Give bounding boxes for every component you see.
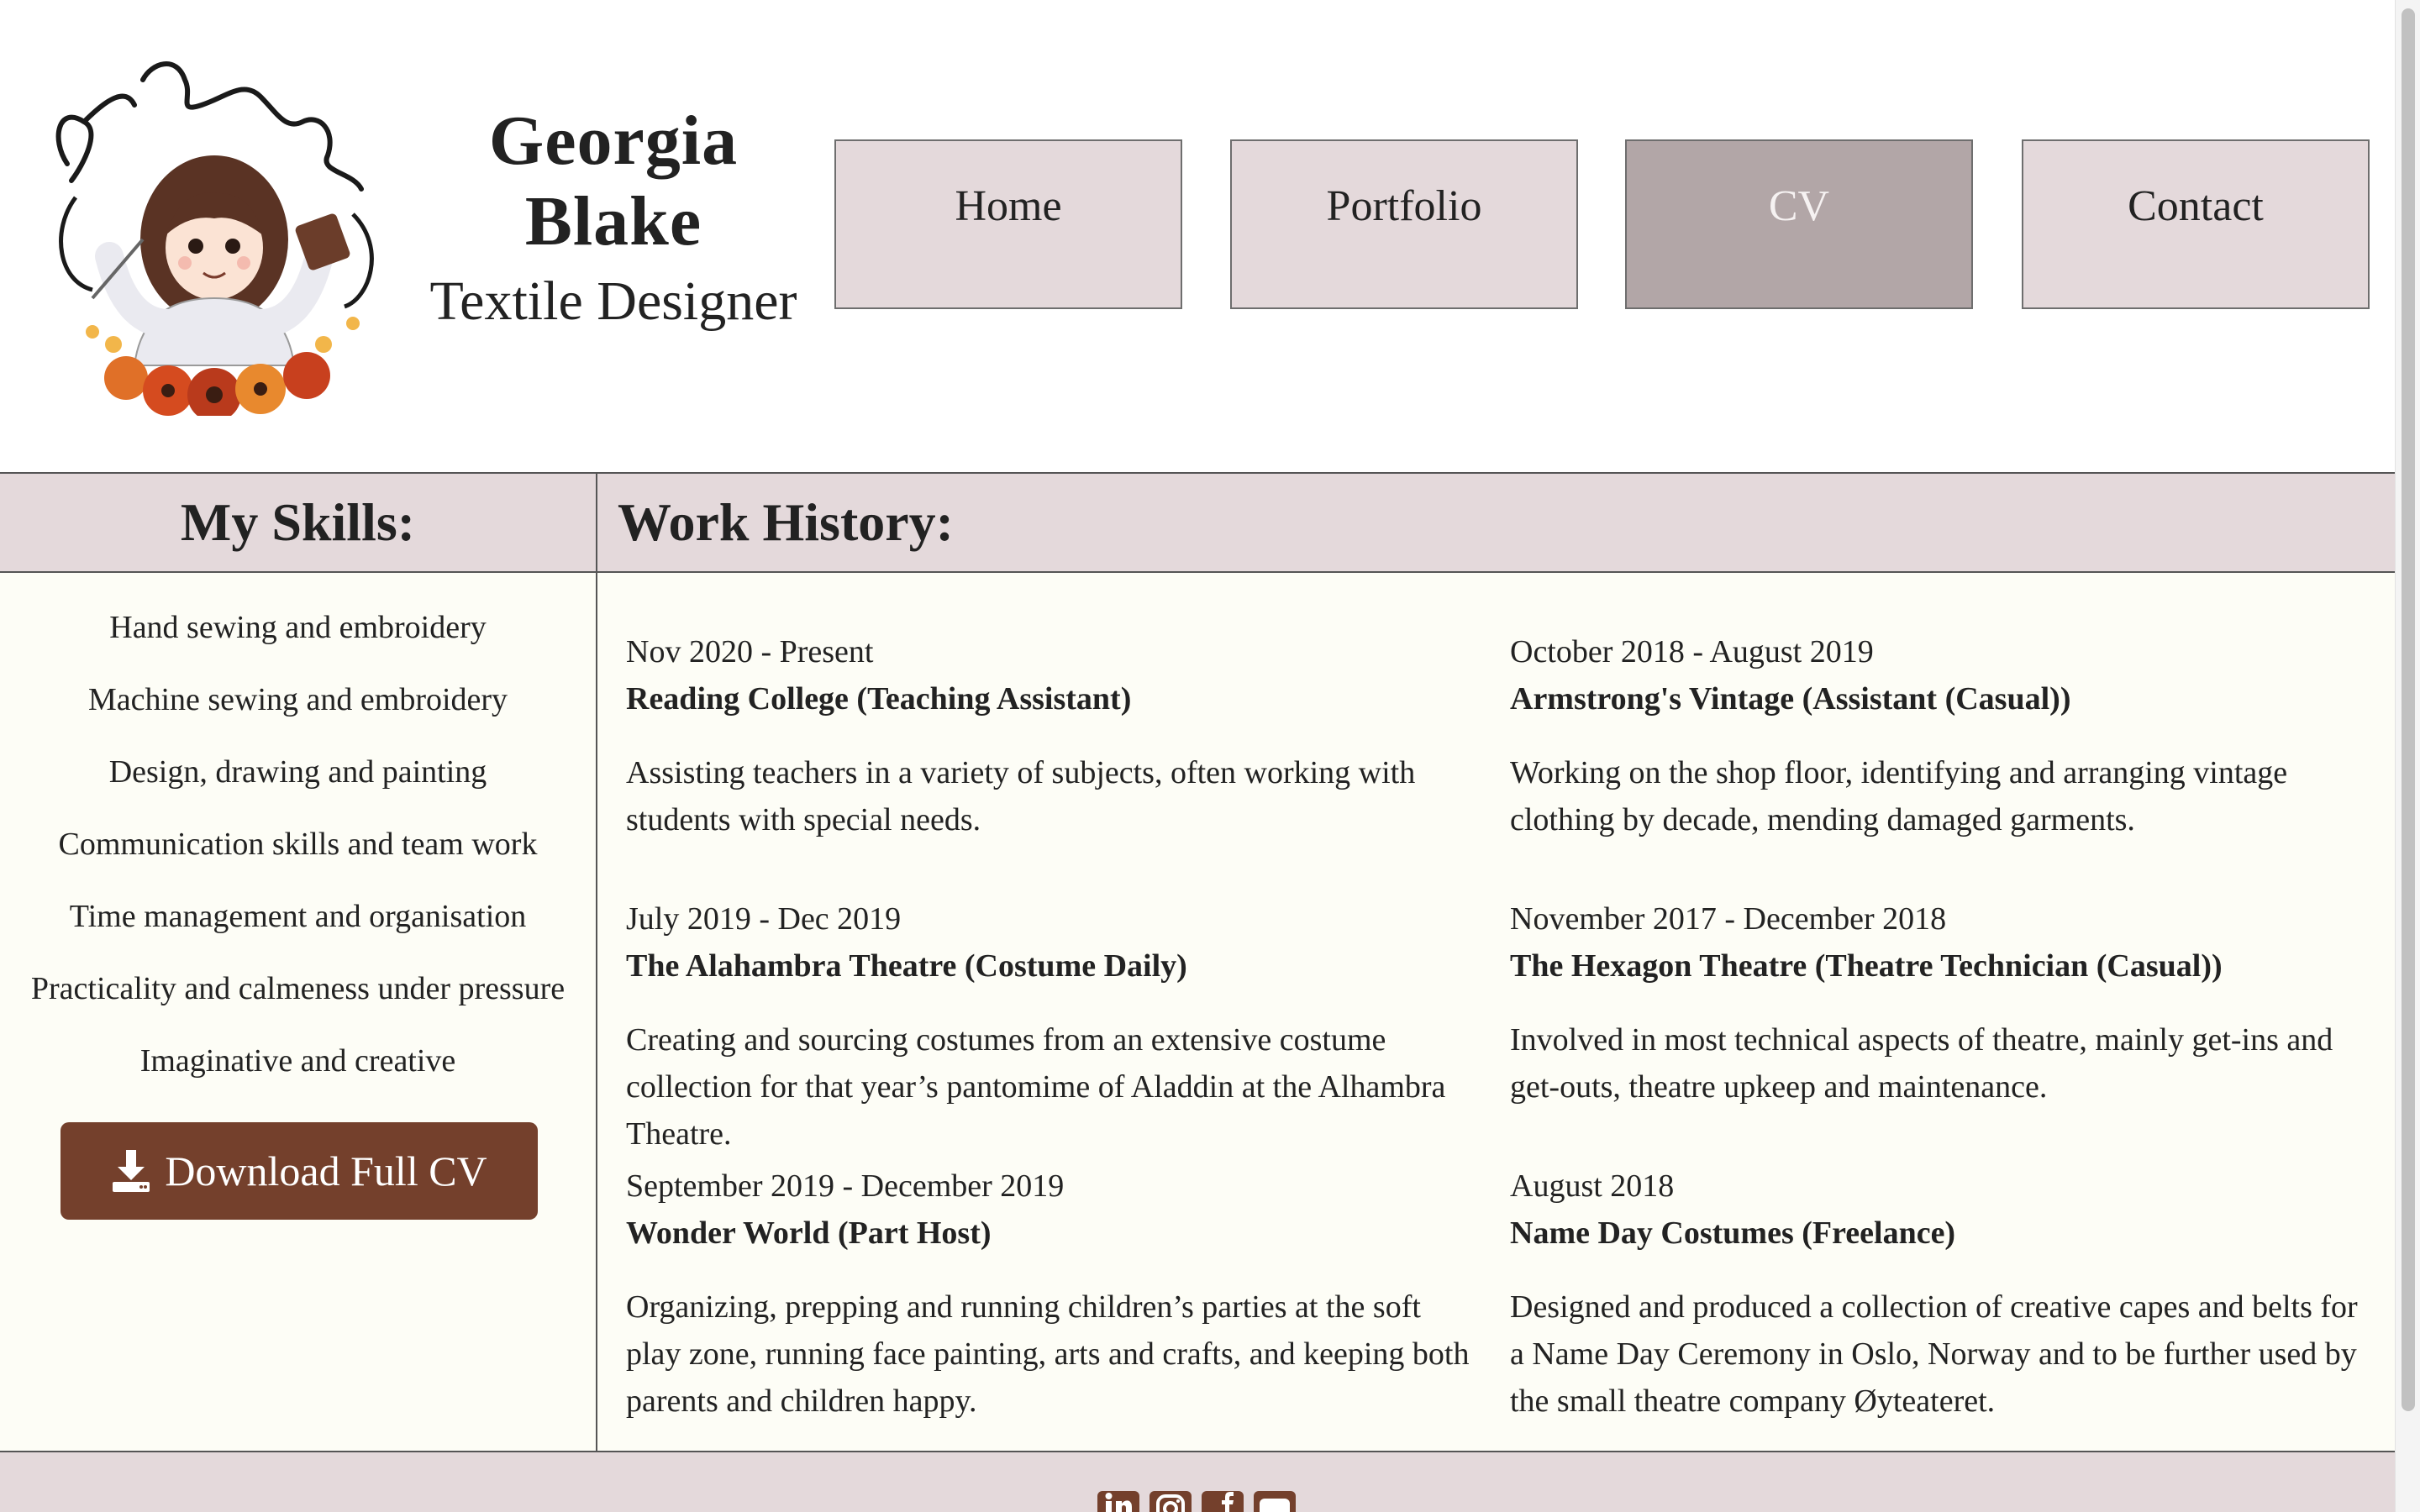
facebook-icon[interactable]: [1202, 1491, 1244, 1512]
work-history-heading: Work History:: [618, 492, 954, 552]
blake-designs-logo[interactable]: [34, 46, 395, 416]
job-entry: November 2017 - December 2018 The Hexago…: [1510, 895, 2375, 1110]
skills-list: Hand sewing and embroidery Machine sewin…: [0, 573, 596, 1116]
skill-item: Hand sewing and embroidery: [109, 610, 487, 645]
download-cv-button[interactable]: Download Full CV: [60, 1122, 538, 1220]
skill-item: Time management and organisation: [69, 899, 527, 934]
job-title: Name Day Costumes (Freelance): [1510, 1215, 1956, 1251]
nav-cv-button[interactable]: CV: [1625, 139, 1973, 309]
skills-heading-bar: My Skills:: [0, 472, 597, 573]
designer-role: Textile Designer: [429, 270, 797, 332]
job-description: Creating and sourcing costumes from an e…: [626, 1022, 1446, 1152]
job-title: The Alahambra Theatre (Costume Daily): [626, 948, 1187, 984]
skill-item: Practicality and calmeness under pressur…: [30, 971, 566, 1006]
job-title: Reading College (Teaching Assistant): [626, 681, 1132, 717]
skill-item: Machine sewing and embroidery: [87, 682, 508, 717]
skill-item: Imaginative and creative: [139, 1043, 456, 1079]
job-entry: October 2018 - August 2019 Armstrong's V…: [1510, 628, 2375, 843]
job-title: Armstrong's Vintage (Assistant (Casual)): [1510, 681, 2071, 717]
job-description: Involved in most technical aspects of th…: [1510, 1022, 2333, 1105]
work-history-heading-bar: Work History:: [597, 472, 2395, 573]
scrollbar-thumb[interactable]: [2402, 8, 2415, 1411]
skill-item: Communication skills and team work: [58, 827, 538, 862]
instagram-icon[interactable]: [1150, 1491, 1192, 1512]
site-header: Georgia Blake Textile Designer Home Port…: [0, 0, 2395, 472]
job-title: The Hexagon Theatre (Theatre Technician …: [1510, 948, 2223, 984]
nav-portfolio-button[interactable]: Portfolio: [1230, 139, 1578, 309]
job-dates: October 2018 - August 2019: [1510, 634, 1874, 669]
job-title: Wonder World (Part Host): [626, 1215, 992, 1251]
designer-name-block: Georgia Blake Textile Designer: [395, 101, 832, 339]
work-history-panel: Nov 2020 - Present Reading College (Teac…: [597, 573, 2395, 1451]
job-entry: September 2019 - December 2019 Wonder Wo…: [626, 1163, 1475, 1425]
nav-home-button[interactable]: Home: [834, 139, 1182, 309]
job-dates: Nov 2020 - Present: [626, 634, 874, 669]
job-dates: August 2018: [1510, 1168, 1675, 1204]
skill-item: Design, drawing and painting: [108, 754, 487, 790]
job-entry: August 2018 Name Day Costumes (Freelance…: [1510, 1163, 2375, 1425]
linkedin-icon[interactable]: [1097, 1491, 1139, 1512]
job-description: Assisting teachers in a variety of subje…: [626, 755, 1416, 837]
job-entry: July 2019 - Dec 2019 The Alahambra Theat…: [626, 895, 1475, 1158]
skills-panel: Hand sewing and embroidery Machine sewin…: [0, 573, 597, 1451]
job-dates: September 2019 - December 2019: [626, 1168, 1065, 1204]
job-description: Working on the shop floor, identifying a…: [1510, 755, 2288, 837]
download-cv-label: Download Full CV: [165, 1147, 487, 1194]
site-footer: [0, 1451, 2395, 1512]
youtube-icon[interactable]: [1254, 1491, 1296, 1512]
designer-last-name: Blake: [524, 182, 702, 260]
download-icon: [113, 1150, 150, 1192]
job-dates: November 2017 - December 2018: [1510, 901, 1947, 937]
job-entry: Nov 2020 - Present Reading College (Teac…: [626, 628, 1475, 843]
nav-contact-button[interactable]: Contact: [2022, 139, 2370, 309]
job-description: Organizing, prepping and running childre…: [626, 1289, 1470, 1419]
job-description: Designed and produced a collection of cr…: [1510, 1289, 2358, 1419]
job-dates: July 2019 - Dec 2019: [626, 901, 902, 937]
skills-heading: My Skills:: [180, 492, 416, 552]
designer-first-name: Georgia: [488, 102, 739, 180]
vertical-scrollbar[interactable]: [2395, 0, 2420, 1512]
